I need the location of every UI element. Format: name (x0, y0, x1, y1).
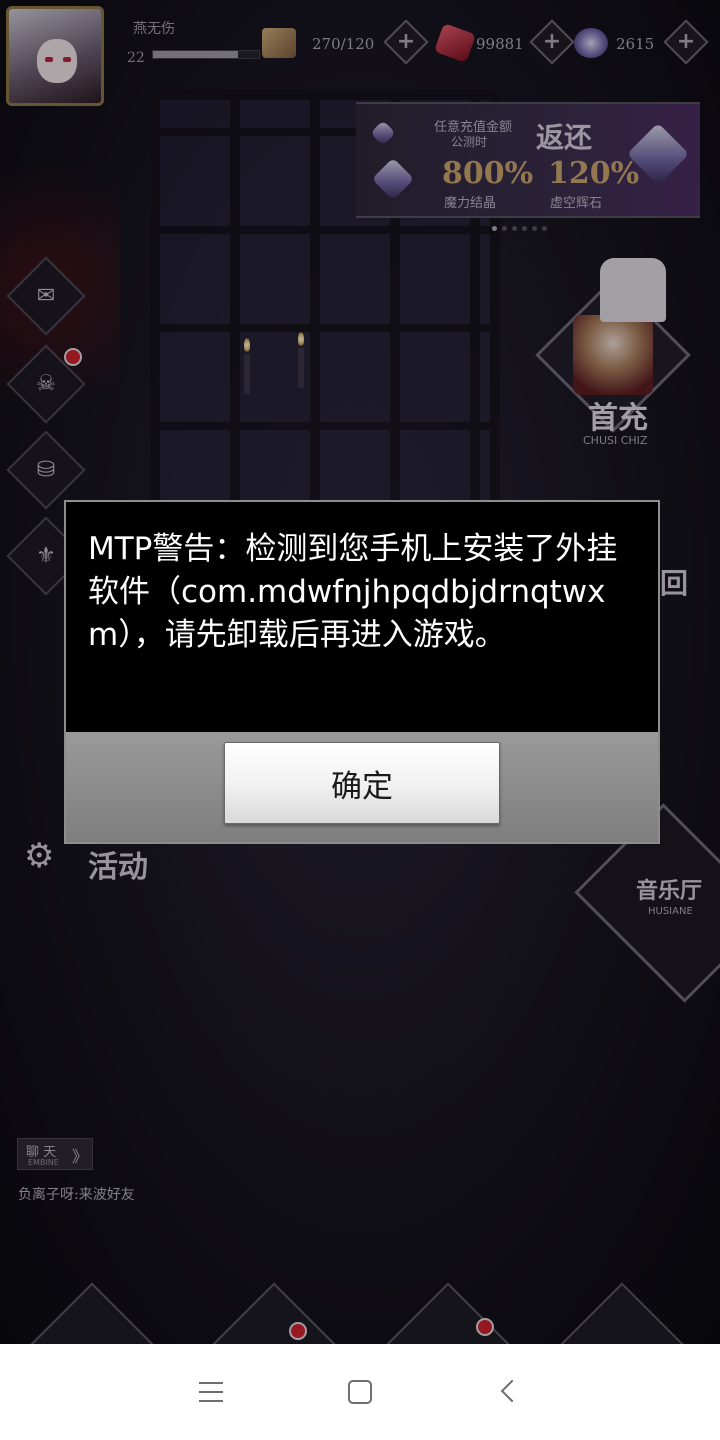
back-icon[interactable] (500, 1379, 524, 1403)
warning-dialog: MTP警告：检测到您手机上安装了外挂软件（com.mdwfnjhpqdbjdrn… (64, 500, 660, 844)
home-icon[interactable] (348, 1380, 372, 1404)
confirm-button[interactable]: 确定 (224, 742, 500, 824)
system-navigation-bar (0, 1344, 720, 1440)
recent-apps-icon[interactable] (199, 1382, 223, 1402)
dialog-footer: 确定 (66, 732, 658, 842)
warning-message: MTP警告：检测到您手机上安装了外挂软件（com.mdwfnjhpqdbjdrn… (88, 531, 618, 653)
